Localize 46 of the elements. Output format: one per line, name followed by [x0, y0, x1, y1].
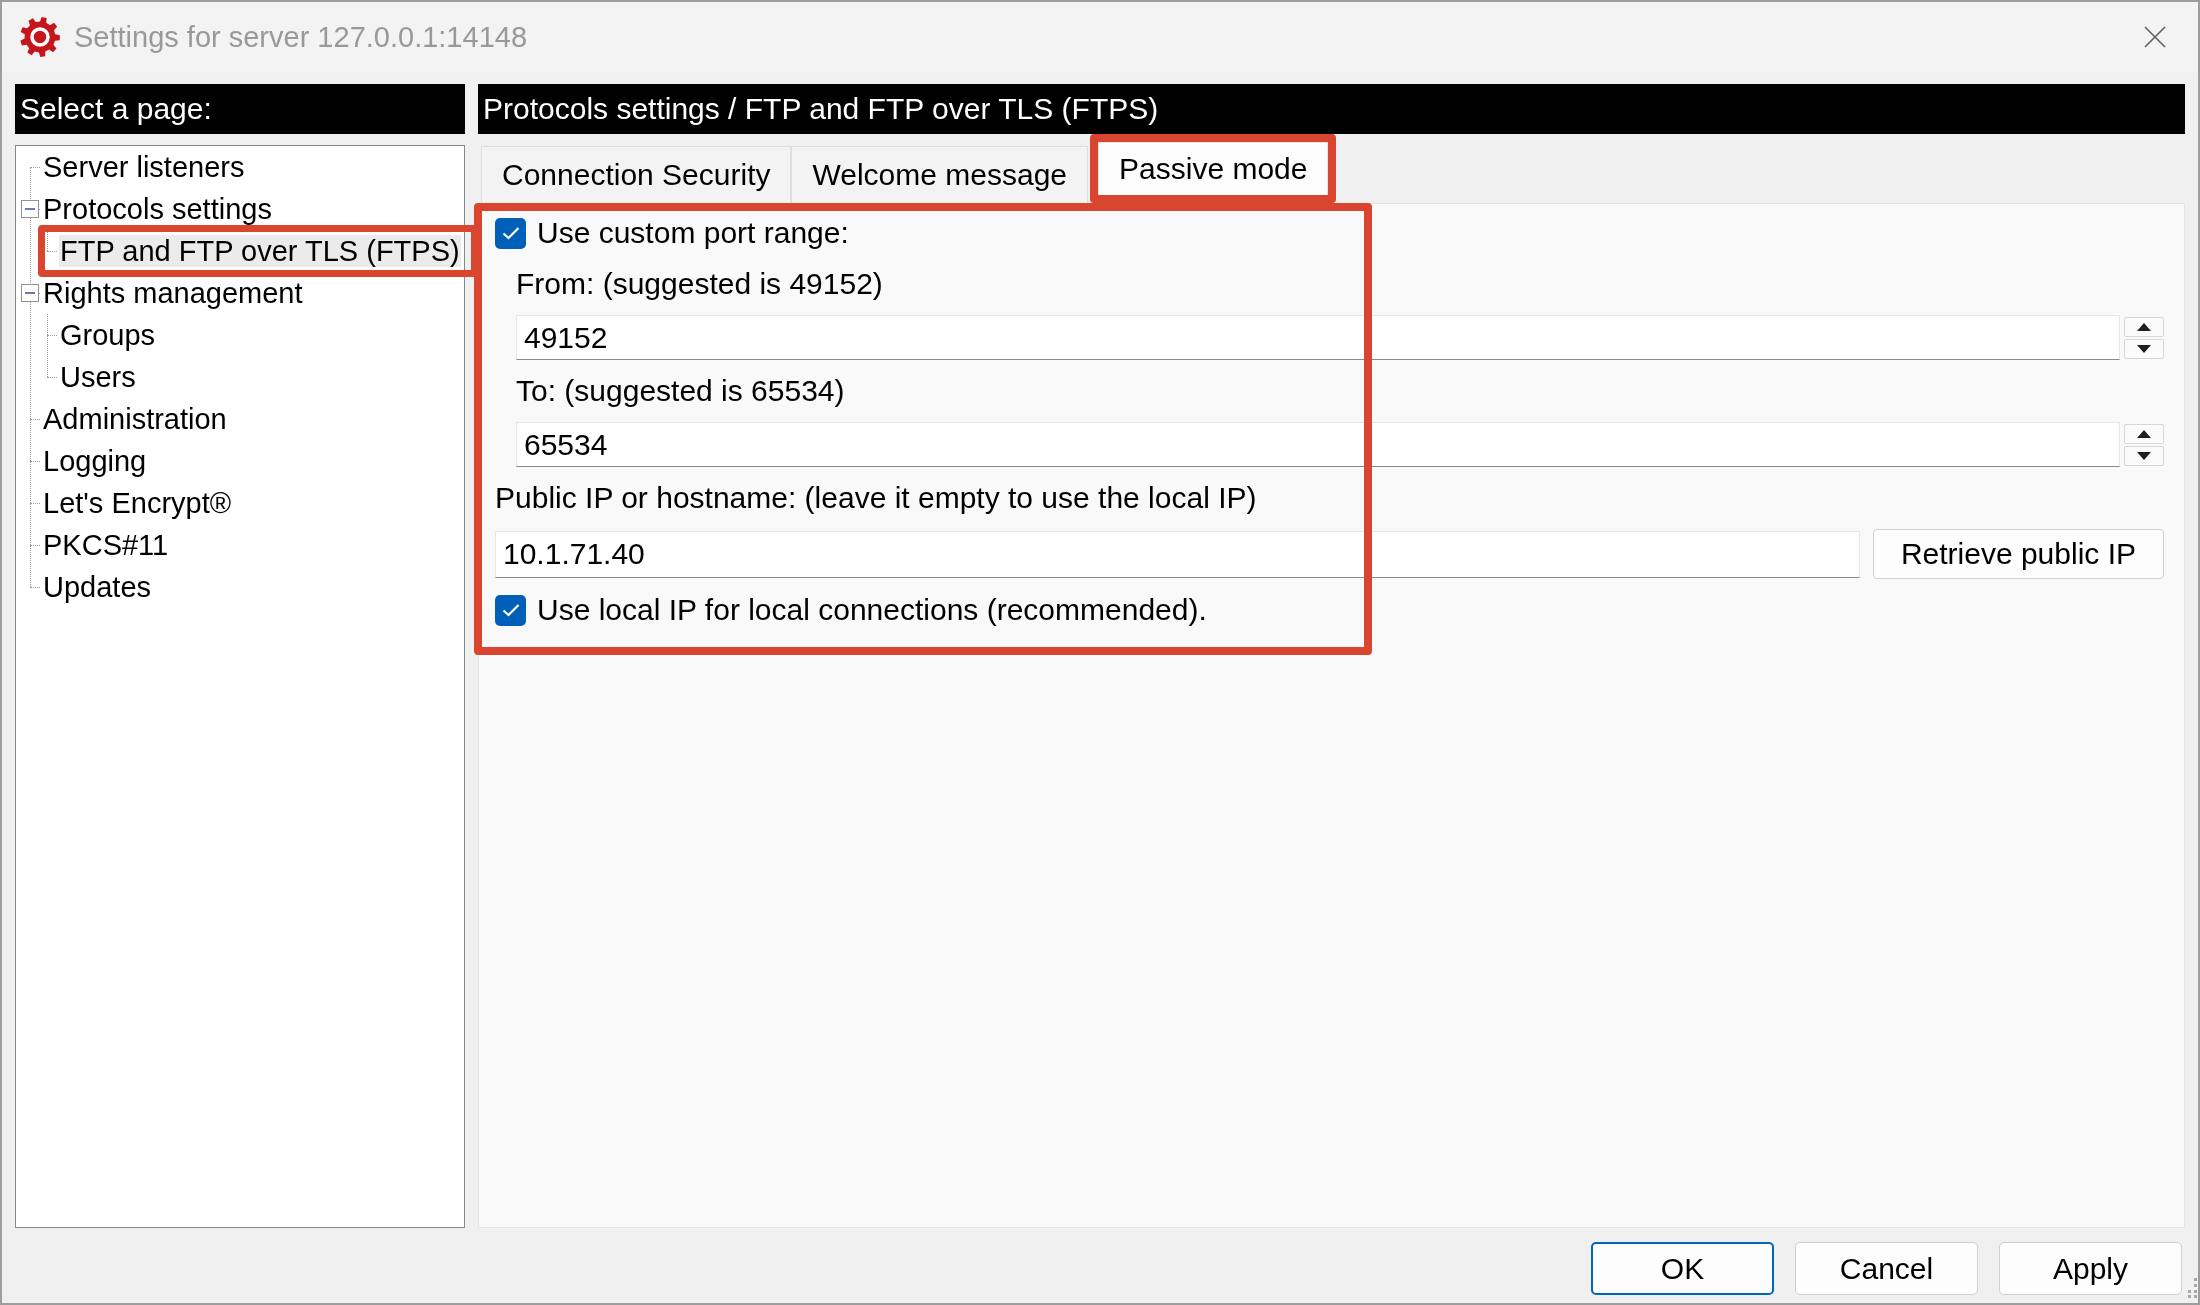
tree-item[interactable]: Protocols settings — [42, 193, 273, 225]
checkbox-label: Use custom port range: — [537, 215, 849, 251]
spin-down-button[interactable] — [2124, 338, 2164, 359]
spin-up-button[interactable] — [2124, 316, 2164, 337]
section-header: Select a page: — [15, 84, 465, 134]
tree-item[interactable]: Server listeners — [42, 151, 246, 183]
checkbox-label: Use local IP for local connections (recommended). — [537, 592, 1207, 628]
up-triangle-icon — [2137, 429, 2151, 438]
tree-item[interactable]: Groups — [59, 319, 157, 351]
checkbox[interactable] — [495, 217, 526, 249]
checkmark-icon — [501, 226, 520, 240]
tree-item[interactable]: Rights management — [42, 277, 304, 309]
up-triangle-icon — [2137, 322, 2151, 331]
spin-up-button[interactable] — [2124, 423, 2164, 444]
tree-item[interactable]: FTP and FTP over TLS (FTPS) — [59, 235, 461, 267]
close-icon — [2144, 26, 2166, 48]
dialog-button[interactable]: Cancel — [1795, 1242, 1978, 1295]
tree-item[interactable]: PKCS#11 — [42, 529, 170, 561]
down-triangle-icon — [2137, 451, 2151, 460]
number-field[interactable]: 49152 — [516, 315, 2120, 360]
spin-down-button[interactable] — [2124, 445, 2164, 466]
tab[interactable]: Welcome message — [791, 146, 1089, 203]
tab[interactable]: Connection Security — [481, 146, 792, 203]
checkmark-icon — [501, 603, 520, 617]
field-label: To: (suggested is 65534) — [516, 373, 845, 409]
tree-item[interactable]: Let's Encrypt® — [42, 487, 233, 519]
tab[interactable]: Passive mode — [1098, 142, 1329, 195]
collapse-icon[interactable] — [21, 200, 39, 218]
collapse-icon[interactable] — [21, 284, 39, 302]
tree-item[interactable]: Logging — [42, 445, 148, 477]
dialog-button[interactable]: OK — [1591, 1242, 1774, 1295]
tree-item[interactable]: Updates — [42, 571, 152, 603]
down-triangle-icon — [2137, 344, 2151, 353]
field-label: From: (suggested is 49152) — [516, 266, 883, 302]
gear-icon — [20, 17, 60, 57]
number-field[interactable]: 65534 — [516, 422, 2120, 467]
tree-item[interactable]: Users — [59, 361, 137, 393]
window-title: Settings for server 127.0.0.1:14148 — [74, 20, 527, 54]
text-field[interactable]: 10.1.71.40 — [495, 530, 1860, 578]
field-label: Public IP or hostname: (leave it empty to use the local IP) — [495, 480, 1257, 516]
retrieve-button[interactable]: Retrieve public IP — [1872, 529, 2164, 579]
tree-item[interactable]: Administration — [42, 403, 228, 435]
checkbox[interactable] — [495, 594, 526, 626]
section-header: Protocols settings / FTP and FTP over TLS (FTPS) — [478, 84, 2185, 134]
resize-grip-icon[interactable] — [2185, 1278, 2197, 1298]
dialog-button[interactable]: Apply — [1999, 1242, 2182, 1295]
